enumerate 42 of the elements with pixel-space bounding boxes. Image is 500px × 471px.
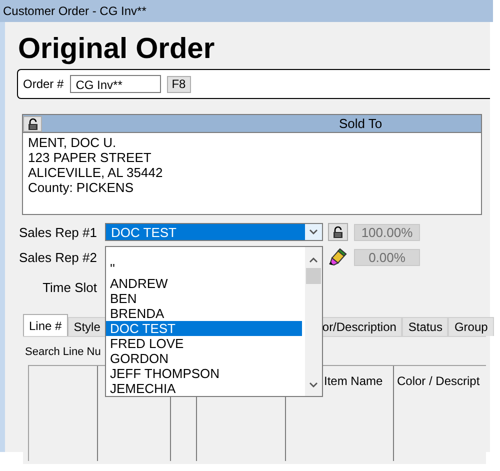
sold-to-title: Sold To (339, 116, 382, 131)
address-line: 123 PAPER STREET (28, 150, 152, 165)
scroll-up-icon[interactable] (309, 257, 318, 263)
address-line: County: PICKENS (28, 180, 134, 195)
dropdown-option[interactable]: JEFF THOMPSON (106, 366, 302, 381)
search-label: Search Line Nu (25, 346, 102, 358)
lock-icon (332, 226, 344, 238)
time-slot-label: Time Slot (42, 280, 98, 294)
dropdown-option[interactable]: JEMECHIA (106, 381, 302, 396)
dropdown-option[interactable]: BEN (106, 291, 302, 306)
lock-button[interactable] (328, 223, 348, 241)
percent-field[interactable]: 0.00% (354, 248, 420, 266)
column-header: Item Name (324, 374, 383, 388)
lock-button[interactable] (23, 116, 42, 132)
dropdown-option[interactable]: DOC TEST (106, 321, 302, 336)
order-label: Order # (23, 77, 64, 91)
scroll-down-icon[interactable] (309, 229, 318, 235)
tab[interactable]: Group (448, 317, 494, 336)
dropdown-option[interactable]: BRENDA (106, 306, 302, 321)
column-header: Color / Descript (397, 374, 480, 388)
f8-button[interactable]: F8 (166, 76, 191, 92)
window-title: Customer Order - CG Inv** (3, 4, 146, 18)
lock-icon (26, 118, 38, 130)
scrollbar[interactable] (305, 247, 322, 396)
sales-rep-dropdown[interactable]: DOC TEST (105, 223, 323, 241)
address-line: MENT, DOC U. (28, 135, 118, 150)
tab[interactable]: Style (68, 317, 106, 336)
dropdown-option[interactable]: GORDON (106, 351, 302, 366)
percent-field[interactable]: 100.00% (354, 224, 420, 240)
address-line: ALICEVILLE, AL 35442 (28, 165, 164, 180)
dropdown-option[interactable]: ANDREW (106, 276, 302, 291)
order-field[interactable]: CG Inv** (70, 75, 161, 93)
scroll-thumb[interactable] (306, 268, 321, 284)
page-heading: Original Order (18, 32, 216, 67)
dropdown-option[interactable]: '' (106, 261, 302, 276)
tab[interactable]: Status (402, 317, 448, 336)
sales-rep-label: Sales Rep #2 (18, 250, 98, 264)
scroll-down-icon[interactable] (309, 382, 318, 388)
sales-rep-label: Sales Rep #1 (18, 224, 98, 240)
tab[interactable]: Line # (23, 314, 68, 336)
pencil-icon (328, 248, 348, 266)
dropdown-option[interactable]: FRED LOVE (106, 336, 302, 351)
